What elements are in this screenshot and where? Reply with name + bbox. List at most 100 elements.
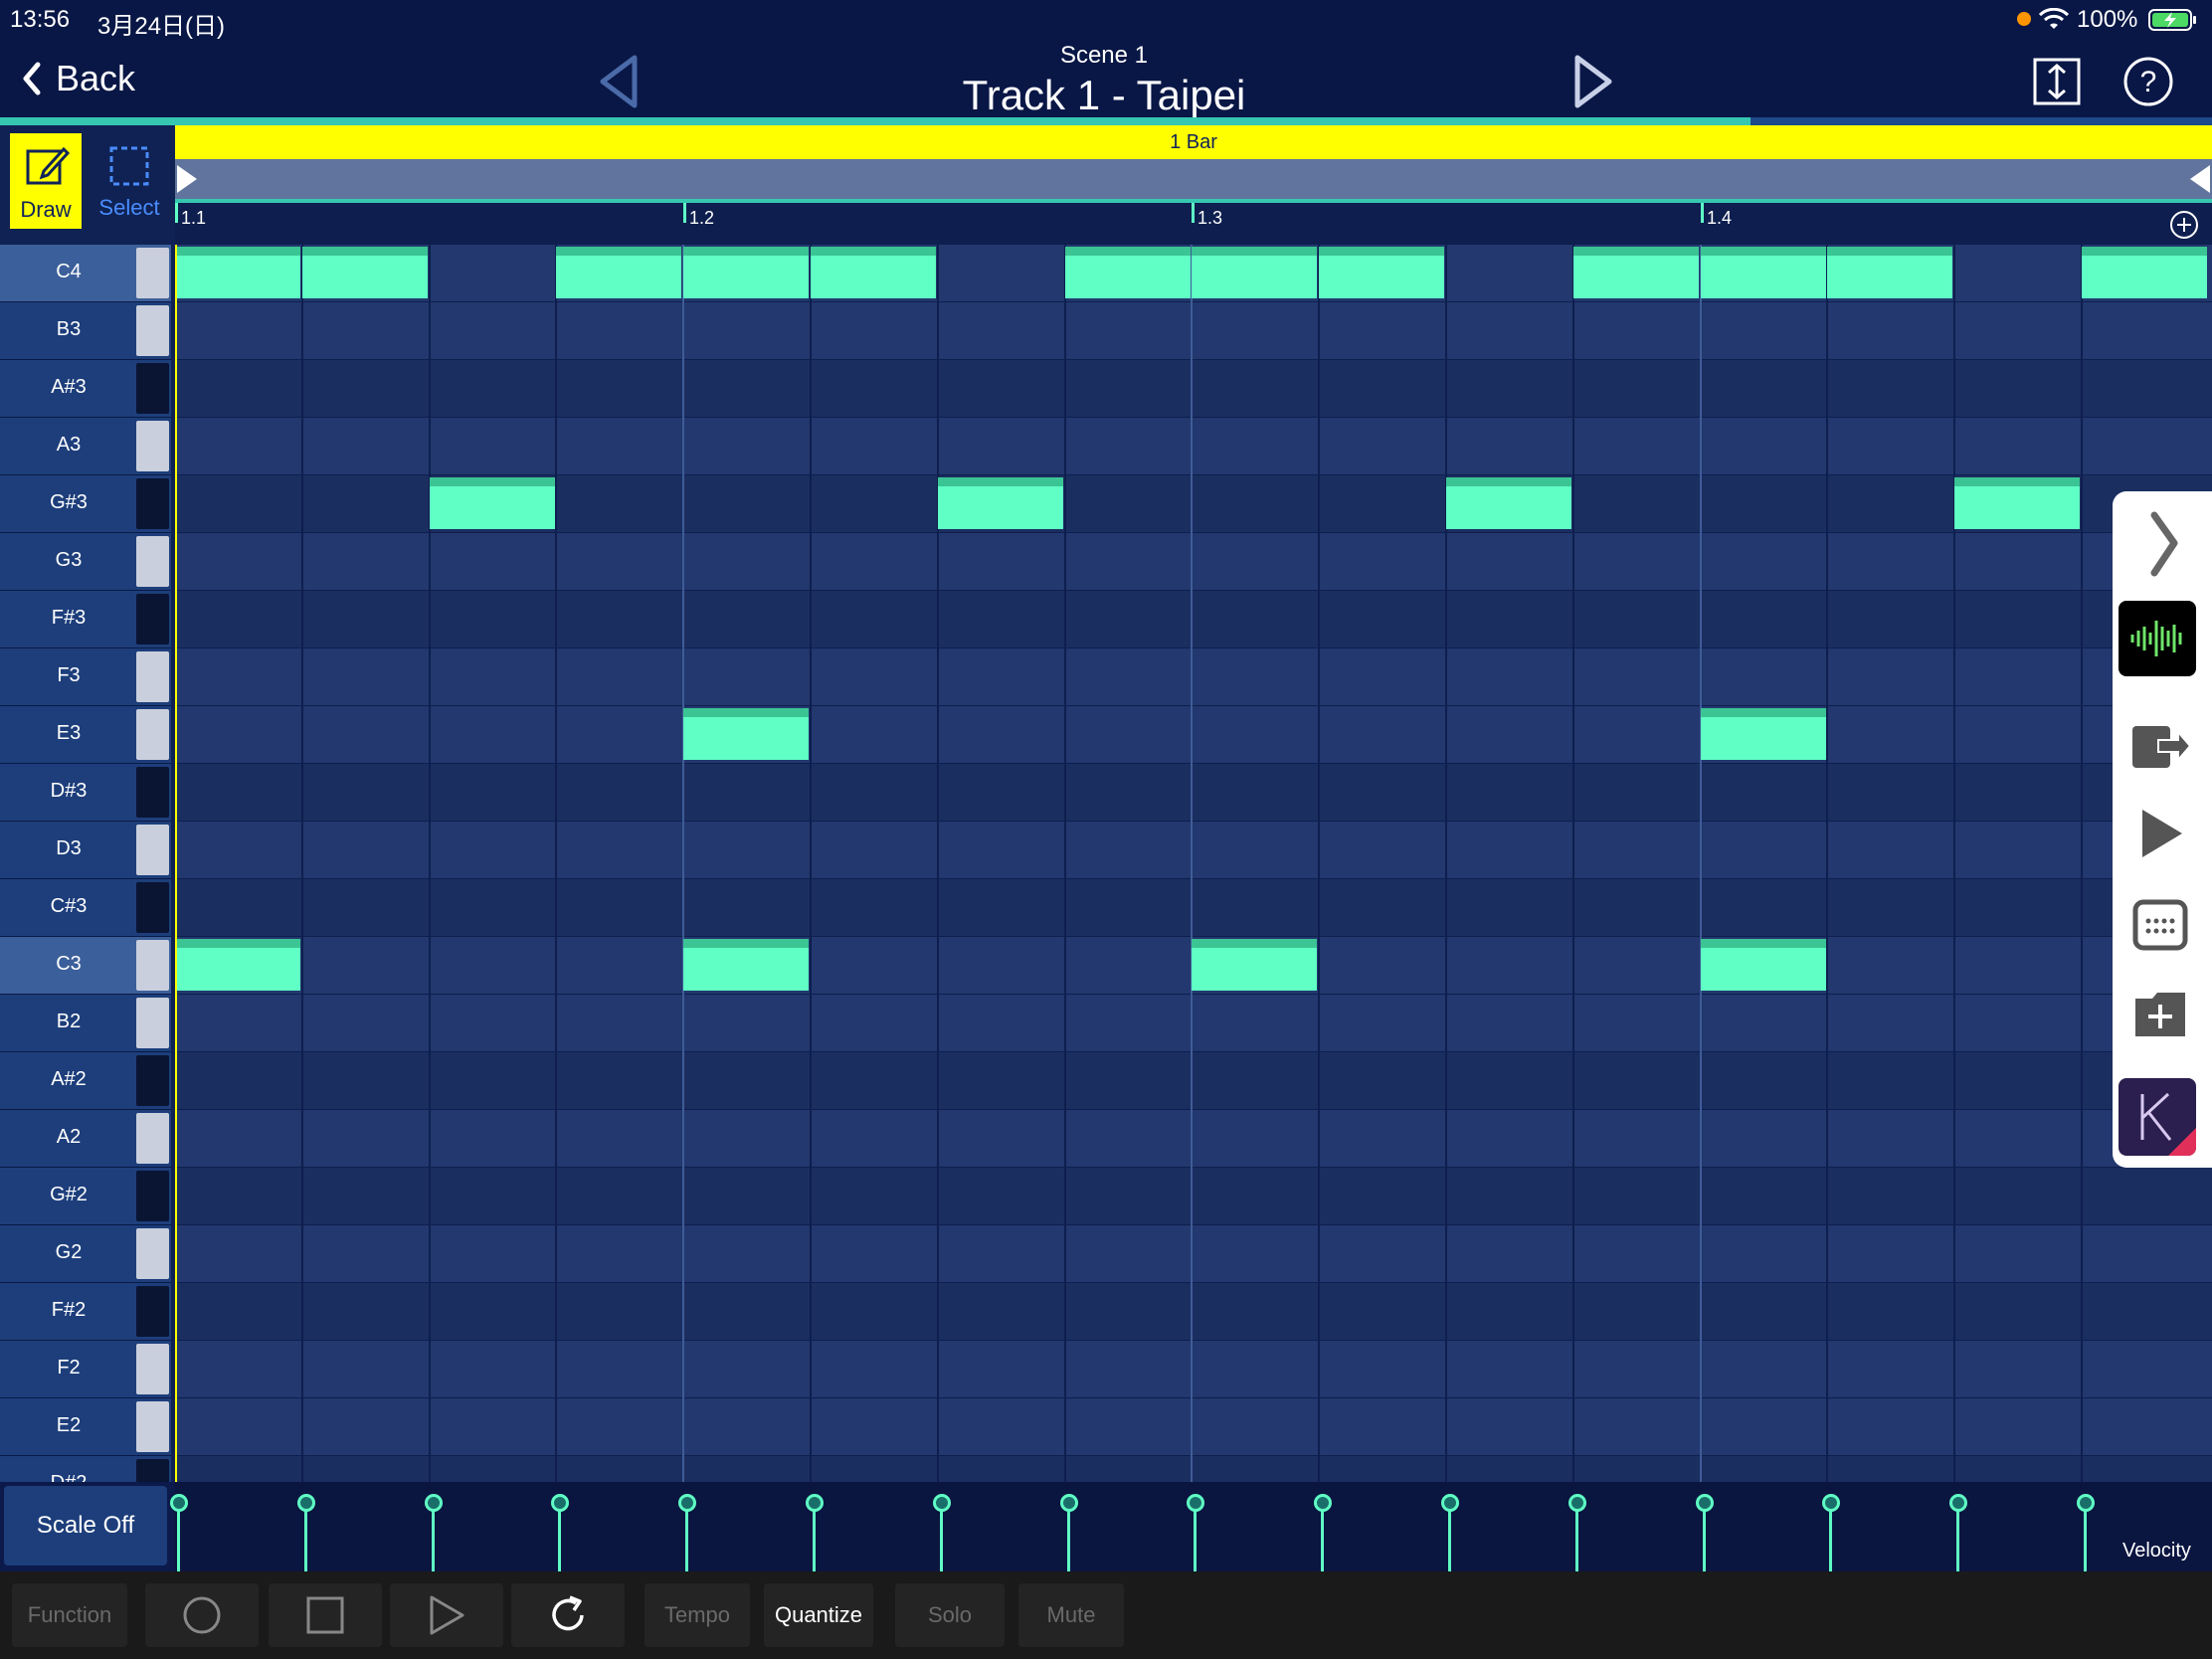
piano-key[interactable]: E2 (0, 1398, 171, 1456)
white-key (136, 709, 169, 760)
piano-key[interactable]: C4 (0, 245, 171, 302)
midi-note[interactable] (175, 247, 300, 298)
previous-track-button[interactable] (597, 54, 643, 109)
piano-key[interactable]: B3 (0, 302, 171, 360)
playhead (175, 245, 177, 1571)
tempo-button[interactable]: Tempo (645, 1583, 750, 1647)
midi-note[interactable] (556, 247, 681, 298)
white-key (136, 421, 169, 471)
midi-note[interactable] (1827, 247, 1952, 298)
velocity-handle[interactable] (1441, 1494, 1459, 1512)
piano-key[interactable]: B2 (0, 995, 171, 1052)
back-button[interactable]: Back (18, 58, 135, 99)
velocity-handle[interactable] (678, 1494, 696, 1512)
midi-note[interactable] (1954, 477, 2080, 529)
velocity-handle[interactable] (806, 1494, 824, 1512)
midi-note[interactable] (1065, 247, 1191, 298)
midi-note[interactable] (1319, 247, 1444, 298)
velocity-handle[interactable] (1568, 1494, 1586, 1512)
piano-key[interactable]: G#2 (0, 1168, 171, 1225)
piano-key-label: A2 (56, 1126, 82, 1148)
loop-end-handle[interactable] (2188, 163, 2212, 195)
piano-key[interactable]: F#3 (0, 591, 171, 648)
loop-start-handle[interactable] (175, 163, 199, 195)
timeline-ruler[interactable]: 1.1 1.2 1.3 1.4 (175, 199, 2212, 245)
piano-key[interactable]: A#3 (0, 360, 171, 418)
velocity-handle[interactable] (425, 1494, 443, 1512)
piano-key[interactable]: G3 (0, 533, 171, 591)
piano-key[interactable]: F2 (0, 1341, 171, 1398)
play-button[interactable] (390, 1583, 503, 1647)
velocity-handle[interactable] (1822, 1494, 1840, 1512)
piano-key[interactable]: D#3 (0, 764, 171, 822)
velocity-handle[interactable] (551, 1494, 569, 1512)
add-bar-button[interactable] (2168, 209, 2200, 241)
piano-key[interactable]: G2 (0, 1225, 171, 1283)
piano-key[interactable]: D#2 (0, 1456, 171, 1482)
step-line (301, 245, 303, 1482)
select-label: Select (98, 195, 160, 220)
midi-note[interactable] (683, 247, 809, 298)
record-button[interactable] (145, 1583, 259, 1647)
function-button[interactable]: Function (12, 1583, 127, 1647)
mute-button[interactable]: Mute (1018, 1583, 1124, 1647)
quantize-button[interactable]: Quantize (764, 1583, 873, 1647)
stop-button[interactable] (269, 1583, 382, 1647)
piano-key[interactable]: C3 (0, 937, 171, 995)
midi-note[interactable] (1701, 247, 1826, 298)
add-folder-button[interactable] (2132, 989, 2188, 1040)
piano-key[interactable]: G#3 (0, 475, 171, 533)
midi-note[interactable] (811, 247, 936, 298)
velocity-handle[interactable] (170, 1494, 188, 1512)
next-track-button[interactable] (1569, 54, 1615, 109)
loop-region[interactable] (175, 159, 2212, 199)
piano-key[interactable]: F3 (0, 648, 171, 706)
midi-note[interactable] (430, 477, 555, 529)
piano-roll-grid[interactable] (175, 245, 2212, 1482)
export-button[interactable] (2128, 718, 2192, 774)
piano-key[interactable]: D3 (0, 822, 171, 879)
midi-note[interactable] (302, 247, 428, 298)
scale-off-button[interactable]: Scale Off (4, 1486, 167, 1566)
piano-key[interactable]: A3 (0, 418, 171, 475)
midi-note[interactable] (1192, 247, 1317, 298)
velocity-handle[interactable] (1314, 1494, 1332, 1512)
loop-button[interactable] (511, 1583, 625, 1647)
collapse-panel-button[interactable] (2148, 509, 2180, 579)
midi-note[interactable] (1446, 477, 1571, 529)
play-preview-button[interactable] (2138, 806, 2186, 861)
midi-note[interactable] (1701, 939, 1826, 991)
select-tool-button[interactable]: Select (92, 133, 167, 229)
velocity-handle[interactable] (1949, 1494, 1967, 1512)
velocity-handle[interactable] (2077, 1494, 2095, 1512)
midi-note[interactable] (1701, 708, 1826, 760)
velocity-lane[interactable]: Velocity (170, 1482, 2212, 1571)
app-launcher-button[interactable] (2119, 1078, 2196, 1156)
audio-unit-button[interactable] (2119, 601, 2196, 676)
velocity-handle[interactable] (297, 1494, 315, 1512)
piano-key[interactable]: E3 (0, 706, 171, 764)
help-button[interactable]: ? (2122, 56, 2174, 107)
midi-note[interactable] (683, 708, 809, 760)
piano-key[interactable]: C#3 (0, 879, 171, 937)
velocity-handle[interactable] (933, 1494, 951, 1512)
piano-key[interactable]: A2 (0, 1110, 171, 1168)
midi-note[interactable] (1573, 247, 1699, 298)
midi-note[interactable] (1192, 939, 1317, 991)
midi-note[interactable] (175, 939, 300, 991)
piano-key-label: D#3 (50, 780, 88, 802)
velocity-handle[interactable] (1060, 1494, 1078, 1512)
midi-note[interactable] (938, 477, 1063, 529)
loop-length-bar[interactable]: 1 Bar (175, 125, 2212, 159)
piano-key[interactable]: F#2 (0, 1283, 171, 1341)
keyboard-view-button[interactable] (2132, 899, 2188, 951)
piano-key[interactable]: A#2 (0, 1052, 171, 1110)
expand-vertical-button[interactable] (2033, 58, 2083, 105)
step-line (2081, 245, 2083, 1482)
velocity-handle[interactable] (1187, 1494, 1204, 1512)
draw-tool-button[interactable]: Draw (10, 133, 82, 229)
velocity-handle[interactable] (1696, 1494, 1714, 1512)
solo-button[interactable]: Solo (895, 1583, 1005, 1647)
midi-note[interactable] (683, 939, 809, 991)
midi-note[interactable] (2082, 247, 2207, 298)
